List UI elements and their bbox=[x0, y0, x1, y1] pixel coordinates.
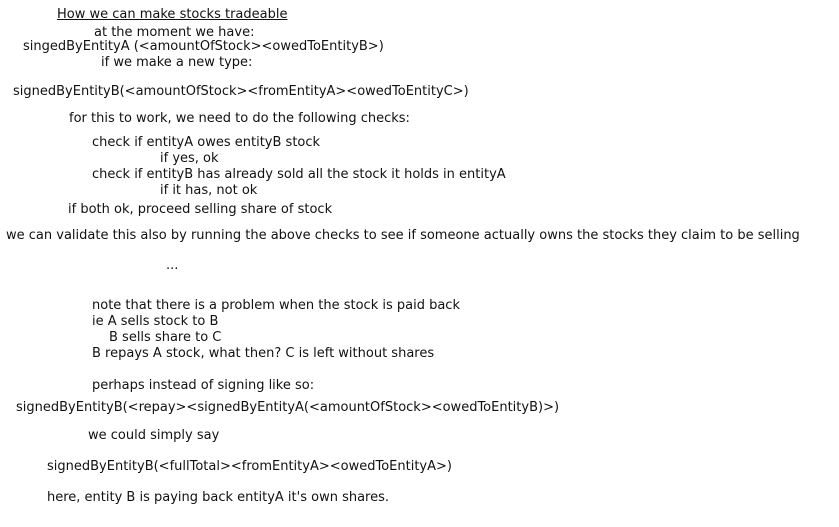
b-sells-line: B sells share to C bbox=[109, 330, 222, 345]
simply-line: we could simply say bbox=[88, 428, 220, 443]
new-type-line: if we make a new type: bbox=[101, 55, 253, 70]
perhaps-line: perhaps instead of signing like so: bbox=[92, 378, 315, 393]
b-repays-line: B repays A stock, what then? C is left w… bbox=[92, 346, 435, 361]
signed-by-entity-a-line: singedByEntityA (<amountOfStock><owedToE… bbox=[23, 39, 384, 54]
signed-by-entity-b-line: signedByEntityB(<amountOfStock><fromEnti… bbox=[13, 84, 469, 99]
check-owes-result-line: if yes, ok bbox=[160, 151, 219, 166]
here-line: here, entity B is paying back entityA it… bbox=[47, 490, 390, 505]
check-owes-line: check if entityA owes entityB stock bbox=[92, 135, 321, 150]
signed-full-line: signedByEntityB(<fullTotal><fromEntityA>… bbox=[47, 459, 452, 474]
checks-intro-line: for this to work, we need to do the foll… bbox=[69, 111, 410, 126]
signed-repay-line: signedByEntityB(<repay><signedByEntityA(… bbox=[16, 400, 560, 415]
check-sold-result-line: if it has, not ok bbox=[160, 183, 258, 198]
check-sold-line: check if entityB has already sold all th… bbox=[92, 167, 506, 182]
ellipsis-line: ... bbox=[166, 258, 179, 273]
proceed-line: if both ok, proceed selling share of sto… bbox=[68, 202, 333, 217]
document-title: How we can make stocks tradeable bbox=[57, 7, 288, 22]
problem-line: note that there is a problem when the st… bbox=[92, 298, 460, 313]
ie-line: ie A sells stock to B bbox=[92, 314, 219, 329]
validate-line: we can validate this also by running the… bbox=[6, 228, 800, 243]
